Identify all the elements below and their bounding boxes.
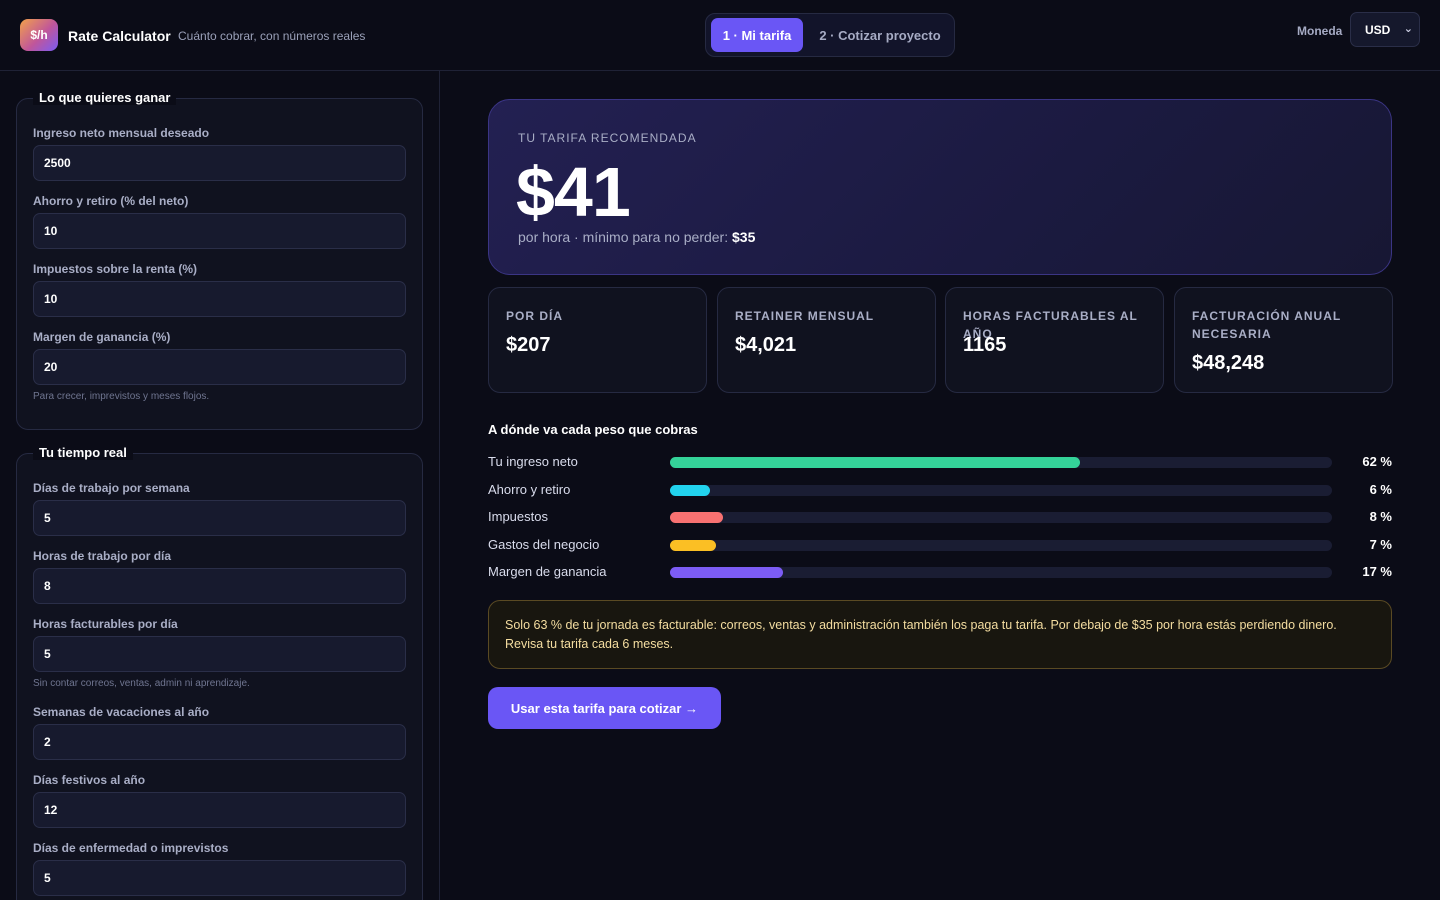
- stat-value: $4,021: [735, 334, 797, 356]
- field-hint: Sin contar correos, ventas, admin ni apr…: [33, 678, 250, 689]
- fieldset-legend: Tu tiempo real: [33, 445, 133, 460]
- breakdown-track: [670, 512, 1332, 523]
- breakdown-percent: 6 %: [1369, 482, 1392, 497]
- currency-label: Moneda: [1297, 24, 1343, 38]
- field-label: Margen de ganancia (%): [33, 330, 171, 344]
- sick-days-input[interactable]: 5: [33, 860, 406, 896]
- field-label: Ingreso neto mensual deseado: [33, 126, 210, 140]
- rate-kicker: TU TARIFA RECOMENDADA: [518, 131, 697, 145]
- breakdown-label: Impuestos: [488, 509, 548, 524]
- breakdown-label: Ahorro y retiro: [488, 482, 571, 497]
- minimum-rate: $35: [732, 229, 756, 245]
- rate-subtitle: por hora · mínimo para no perder: $35: [518, 229, 755, 245]
- work-days-input[interactable]: 5: [33, 500, 406, 536]
- recommended-rate-card: TU TARIFA RECOMENDADA $41 por hora · mín…: [488, 99, 1392, 275]
- vacation-weeks-input[interactable]: 2: [33, 724, 406, 760]
- stat-card-annual-billing: FACTURACIÓN ANUAL NECESARIA $48,248: [1174, 287, 1393, 393]
- breakdown-percent: 8 %: [1369, 509, 1392, 524]
- breakdown-row: Ahorro y retiro 6 %: [488, 481, 1392, 499]
- profit-margin-input[interactable]: 20: [33, 349, 406, 385]
- savings-input[interactable]: 10: [33, 213, 406, 249]
- breakdown-track: [670, 540, 1332, 551]
- net-income-input[interactable]: 2500: [33, 145, 406, 181]
- stat-card-day: POR DÍA $207: [488, 287, 707, 393]
- breakdown-percent: 62 %: [1362, 454, 1392, 469]
- breakdown-bar: [670, 457, 1081, 468]
- field-label: Semanas de vacaciones al año: [33, 705, 210, 719]
- breakdown-row: Impuestos 8 %: [488, 508, 1392, 526]
- billable-hours-input[interactable]: 5: [33, 636, 406, 672]
- stat-label: POR DÍA: [506, 309, 564, 323]
- chevron-down-icon: ⌄: [1403, 23, 1413, 35]
- taxes-input[interactable]: 10: [33, 281, 406, 317]
- breakdown-bar: [670, 512, 723, 523]
- field-label: Ahorro y retiro (% del neto): [33, 194, 189, 208]
- fieldset-legend: Lo que quieres ganar: [33, 90, 177, 105]
- breakdown-row: Margen de ganancia 17 %: [488, 563, 1392, 581]
- tab-cotizar-proyecto[interactable]: 2 · Cotizar proyecto: [810, 18, 950, 52]
- stat-card-retainer: RETAINER MENSUAL $4,021: [717, 287, 936, 393]
- app-header: $/h Rate Calculator Cuánto cobrar, con n…: [0, 0, 1440, 71]
- stat-label: RETAINER MENSUAL: [735, 309, 875, 323]
- stat-label: FACTURACIÓN ANUAL NECESARIA: [1192, 309, 1341, 341]
- rate-sub-prefix: por hora · mínimo para no perder:: [518, 229, 732, 245]
- logo-icon: $/h: [20, 19, 58, 51]
- stat-value: 1165: [963, 334, 1007, 356]
- breakdown-label: Tu ingreso neto: [488, 454, 578, 469]
- holidays-input[interactable]: 12: [33, 792, 406, 828]
- breakdown-title: A dónde va cada peso que cobras: [488, 422, 698, 437]
- currency-value: USD: [1365, 22, 1391, 37]
- field-label: Días festivos al año: [33, 773, 146, 787]
- breakdown-track: [670, 457, 1332, 468]
- breakdown-bar: [670, 540, 717, 551]
- breakdown-label: Gastos del negocio: [488, 537, 600, 552]
- app-subtitle: Cuánto cobrar, con números reales: [178, 29, 366, 43]
- field-label: Impuestos sobre la renta (%): [33, 262, 198, 276]
- fieldset-earnings: Lo que quieres ganar Ingreso neto mensua…: [16, 90, 423, 430]
- field-label: Horas de trabajo por día: [33, 549, 172, 563]
- breakdown-bar: [670, 485, 710, 496]
- field-label: Días de trabajo por semana: [33, 481, 190, 495]
- stat-value: $207: [506, 334, 551, 356]
- step-tabs: 1 · Mi tarifa 2 · Cotizar proyecto: [705, 13, 955, 57]
- sidebar-form: Lo que quieres ganar Ingreso neto mensua…: [0, 71, 440, 900]
- stat-card-billable-hours: HORAS FACTURABLES AL AÑO 1165: [945, 287, 1164, 393]
- use-rate-button[interactable]: Usar esta tarifa para cotizar →: [488, 687, 721, 729]
- fieldset-time: Tu tiempo real Días de trabajo por seman…: [16, 445, 423, 900]
- stat-value: $48,248: [1192, 352, 1265, 374]
- breakdown-row: Gastos del negocio 7 %: [488, 536, 1392, 554]
- breakdown-percent: 7 %: [1369, 537, 1392, 552]
- field-label: Horas facturables por día: [33, 617, 178, 631]
- field-label: Días de enfermedad o imprevistos: [33, 841, 229, 855]
- breakdown-track: [670, 485, 1332, 496]
- breakdown-label: Margen de ganancia: [488, 564, 607, 579]
- breakdown-bar: [670, 567, 783, 578]
- breakdown-track: [670, 567, 1332, 578]
- breakdown-row: Tu ingreso neto 62 %: [488, 453, 1392, 471]
- field-hint: Para crecer, imprevistos y meses flojos.: [33, 391, 210, 402]
- work-hours-input[interactable]: 8: [33, 568, 406, 604]
- app-title: Rate Calculator: [68, 28, 171, 44]
- breakdown-percent: 17 %: [1362, 564, 1392, 579]
- tab-mi-tarifa[interactable]: 1 · Mi tarifa: [711, 18, 803, 52]
- billable-notice: Solo 63 % de tu jornada es facturable: c…: [488, 600, 1392, 669]
- hourly-rate: $41: [516, 153, 631, 231]
- currency-select[interactable]: USD ⌄: [1350, 12, 1420, 47]
